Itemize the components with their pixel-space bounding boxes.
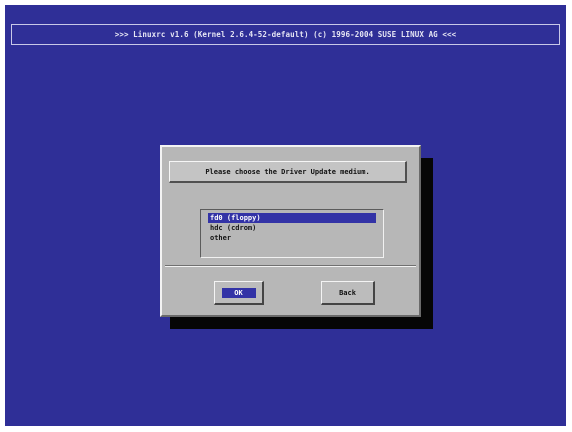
dialog-prompt-text: Please choose the Driver Update medium.	[205, 167, 370, 176]
list-item-floppy[interactable]: fd0 (floppy)	[208, 213, 376, 223]
list-item-cdrom[interactable]: hdc (cdrom)	[208, 223, 256, 233]
driver-update-dialog: Please choose the Driver Update medium. …	[160, 145, 421, 317]
list-item-other[interactable]: other	[208, 233, 231, 243]
dialog-prompt: Please choose the Driver Update medium.	[169, 161, 407, 183]
ok-button-label: OK	[221, 287, 256, 298]
linuxrc-title-bar: >>> Linuxrc v1.6 (Kernel 2.6.4-52-defaul…	[11, 24, 560, 45]
ok-button[interactable]: OK	[214, 281, 264, 305]
linuxrc-title: >>> Linuxrc v1.6 (Kernel 2.6.4-52-defaul…	[114, 30, 457, 39]
back-button[interactable]: Back	[321, 281, 375, 305]
console-screen: >>> Linuxrc v1.6 (Kernel 2.6.4-52-defaul…	[5, 5, 566, 426]
button-separator	[165, 265, 416, 267]
medium-listbox[interactable]: fd0 (floppy) hdc (cdrom) other	[200, 209, 384, 258]
back-button-label: Back	[339, 288, 356, 297]
